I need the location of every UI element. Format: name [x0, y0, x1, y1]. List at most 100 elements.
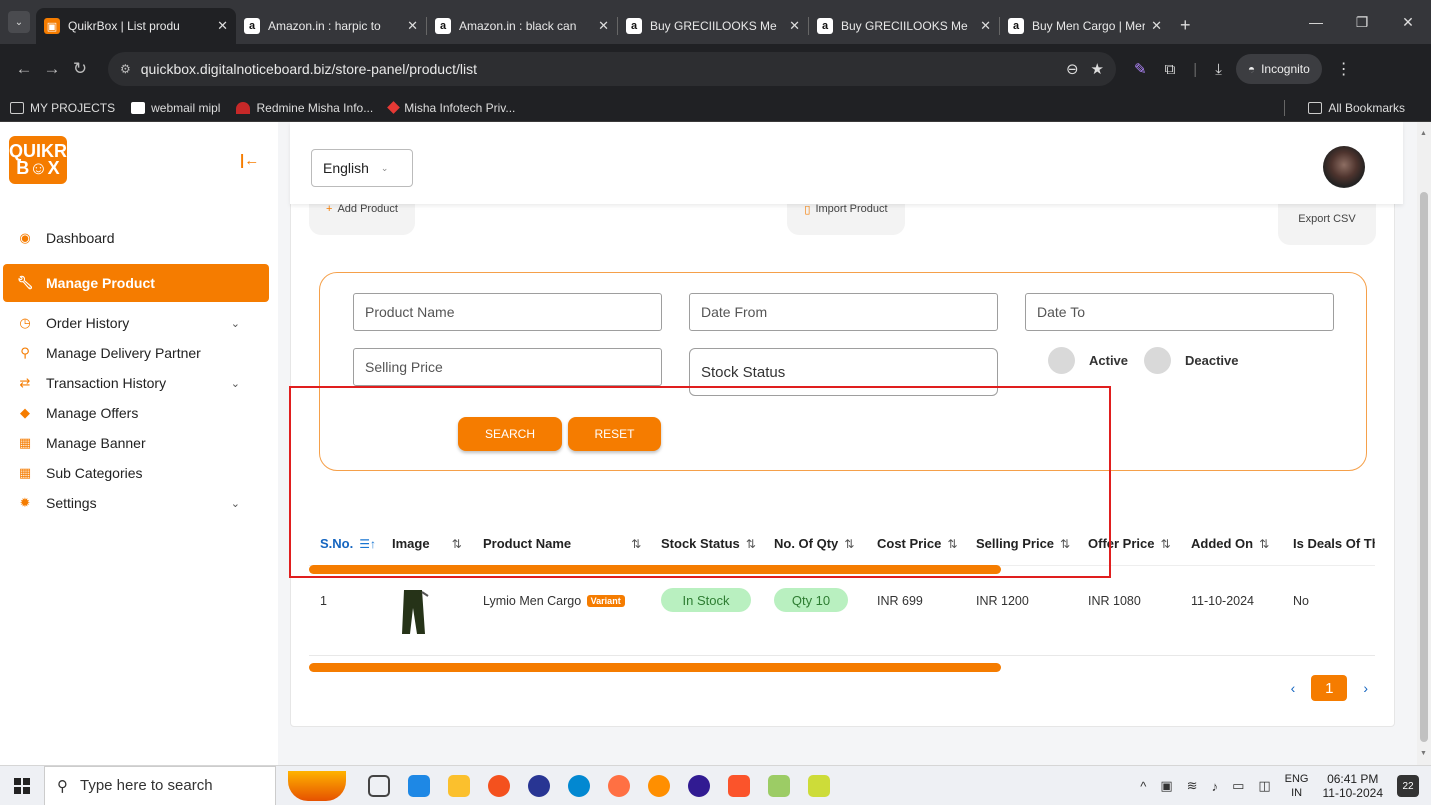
- language-bar-icon[interactable]: ◫: [1258, 778, 1270, 794]
- sidebar-item-settings[interactable]: ✹ Settings ⌄: [0, 488, 278, 518]
- tab-quikrbox[interactable]: ▣ QuikrBox | List produ ✕: [36, 8, 236, 44]
- zoom-icon[interactable]: ⊖: [1066, 60, 1079, 78]
- current-page-button[interactable]: 1: [1311, 675, 1348, 701]
- table-horizontal-scrollbar[interactable]: [309, 565, 1001, 574]
- column-stock-status[interactable]: Stock Status ⇅: [661, 536, 756, 551]
- sort-icon[interactable]: ⇅: [1259, 537, 1269, 551]
- tab-close-icon[interactable]: ✕: [980, 18, 991, 34]
- sort-icon[interactable]: ⇅: [1060, 537, 1070, 551]
- date-from-input[interactable]: [689, 293, 998, 331]
- column-product-name[interactable]: Product Name ⇅: [483, 536, 641, 551]
- reset-button[interactable]: RESET: [568, 417, 661, 451]
- chevron-up-icon[interactable]: ^: [1140, 779, 1146, 794]
- date-to-input[interactable]: [1025, 293, 1334, 331]
- sidebar-item-manage-offers[interactable]: ◆ Manage Offers: [0, 398, 278, 428]
- collapse-sidebar-icon[interactable]: |←: [240, 152, 259, 169]
- column-sno[interactable]: S.No. ☰↑: [320, 536, 376, 551]
- sort-icon[interactable]: ⇅: [1160, 537, 1170, 551]
- bookmark-star-icon[interactable]: ★: [1091, 60, 1104, 78]
- address-bar-url[interactable]: quickbox.digitalnoticeboard.biz/store-pa…: [141, 61, 1054, 77]
- edge-icon[interactable]: [568, 774, 590, 797]
- restore-icon[interactable]: ❐: [1339, 0, 1385, 44]
- sort-icon[interactable]: ☰↑: [359, 537, 376, 551]
- new-tab-plus-icon[interactable]: +: [1180, 15, 1191, 36]
- download-icon[interactable]: ⤓: [1215, 61, 1222, 78]
- tab-men-cargo[interactable]: a Buy Men Cargo | Mer ✕: [1000, 8, 1170, 44]
- selling-price-input[interactable]: [353, 348, 662, 386]
- all-bookmarks[interactable]: All Bookmarks: [1308, 101, 1405, 115]
- task-view-icon[interactable]: [368, 774, 390, 797]
- chrome-icon[interactable]: [488, 774, 510, 797]
- display-icon[interactable]: ▣: [1160, 778, 1172, 794]
- back-arrow-icon[interactable]: ←: [10, 59, 38, 79]
- sidebar-item-manage-product[interactable]: 🔧︎ Manage Product: [3, 264, 269, 302]
- eclipse-icon[interactable]: [528, 774, 550, 797]
- close-window-icon[interactable]: ✕: [1385, 0, 1431, 44]
- radio-circle[interactable]: [1048, 347, 1075, 374]
- sidebar-item-manage-banner[interactable]: ▦ Manage Banner: [0, 428, 278, 458]
- tab-close-icon[interactable]: ✕: [789, 18, 800, 34]
- forward-arrow-icon[interactable]: →: [38, 59, 66, 79]
- firefox-icon[interactable]: [608, 774, 630, 797]
- column-is-deal[interactable]: Is Deals Of Th: [1293, 536, 1375, 551]
- sidebar-item-dashboard[interactable]: ◉ Dashboard: [0, 220, 278, 256]
- tab-close-icon[interactable]: ✕: [598, 18, 609, 34]
- avatar[interactable]: [1323, 146, 1365, 188]
- sidebar-item-sub-categories[interactable]: ▦ Sub Categories: [0, 458, 278, 488]
- column-selling-price[interactable]: Selling Price ⇅: [976, 536, 1070, 551]
- extensions-puzzle-icon[interactable]: ⧉: [1165, 61, 1176, 78]
- pen-extension-icon[interactable]: ✎: [1134, 60, 1147, 78]
- scrollbar-thumb[interactable]: [1420, 192, 1428, 742]
- minimize-icon[interactable]: —: [1293, 0, 1339, 44]
- sort-icon[interactable]: ⇅: [844, 537, 854, 551]
- quikrbox-logo[interactable]: QUIKR B☺X: [9, 136, 67, 184]
- scroll-up-arrow-icon[interactable]: ▲: [1420, 130, 1427, 137]
- address-bar[interactable]: ⚙ quickbox.digitalnoticeboard.biz/store-…: [108, 52, 1116, 86]
- next-page-button[interactable]: ›: [1363, 680, 1368, 696]
- incognito-badge[interactable]: ◓ Incognito: [1235, 54, 1322, 84]
- sort-icon[interactable]: ⇅: [947, 537, 957, 551]
- file-explorer-icon[interactable]: [448, 774, 470, 797]
- tab-search-chevron-icon[interactable]: ⌄: [8, 11, 30, 33]
- cell-product-name[interactable]: Lymio Men Cargo Variant: [483, 594, 625, 608]
- notepad-icon[interactable]: [768, 774, 790, 797]
- sort-icon[interactable]: ⇅: [746, 537, 756, 551]
- radio-circle[interactable]: [1144, 347, 1171, 374]
- column-cost-price[interactable]: Cost Price ⇅: [877, 536, 957, 551]
- sort-icon[interactable]: ⇅: [631, 537, 641, 551]
- chrome-canary-icon[interactable]: [648, 774, 670, 797]
- eclipse-ide-icon[interactable]: [688, 774, 710, 797]
- tab-close-icon[interactable]: ✕: [407, 18, 418, 34]
- scroll-down-arrow-icon[interactable]: ▼: [1420, 750, 1427, 757]
- tab-close-icon[interactable]: ✕: [217, 18, 228, 34]
- deactive-radio[interactable]: Deactive: [1144, 347, 1238, 374]
- input-language[interactable]: ENG IN: [1285, 772, 1309, 800]
- site-info-icon[interactable]: ⚙: [120, 62, 131, 76]
- reload-icon[interactable]: ↻: [66, 59, 94, 79]
- tab-close-icon[interactable]: ✕: [1151, 18, 1162, 34]
- brave-icon[interactable]: [728, 774, 750, 797]
- stock-status-select[interactable]: Stock Status: [689, 348, 998, 396]
- sort-icon[interactable]: ⇅: [452, 537, 462, 551]
- wifi-icon[interactable]: ≋: [1187, 778, 1198, 794]
- table-horizontal-scrollbar[interactable]: [309, 663, 1001, 672]
- active-radio[interactable]: Active: [1048, 347, 1128, 374]
- skype-icon[interactable]: [408, 774, 430, 797]
- sidebar-item-order-history[interactable]: ◷ Order History ⌄: [0, 308, 278, 338]
- sidebar-item-transaction-history[interactable]: ⇄ Transaction History ⌄: [0, 368, 278, 398]
- start-button[interactable]: [0, 766, 44, 805]
- battery-icon[interactable]: ▭: [1232, 778, 1244, 794]
- notification-center-icon[interactable]: 22: [1397, 775, 1419, 797]
- product-name-input[interactable]: [353, 293, 662, 331]
- clock[interactable]: 06:41 PM 11-10-2024: [1323, 772, 1384, 800]
- search-button[interactable]: SEARCH: [458, 417, 562, 451]
- bookmark-webmail[interactable]: webmail mipl: [131, 101, 220, 115]
- page-vertical-scrollbar[interactable]: ▲ ▼: [1417, 122, 1431, 765]
- spreadsheet-app-icon[interactable]: [808, 774, 830, 797]
- diwali-widget-icon[interactable]: [288, 770, 346, 801]
- prev-page-button[interactable]: ‹: [1291, 680, 1296, 696]
- tab-greciilooks-2[interactable]: a Buy GRECIILOOKS Me ✕: [809, 8, 999, 44]
- column-qty[interactable]: No. Of Qty ⇅: [774, 536, 854, 551]
- taskbar-search[interactable]: ⚲ Type here to search: [44, 765, 276, 805]
- sidebar-item-delivery-partner[interactable]: ⚲ Manage Delivery Partner: [0, 338, 278, 368]
